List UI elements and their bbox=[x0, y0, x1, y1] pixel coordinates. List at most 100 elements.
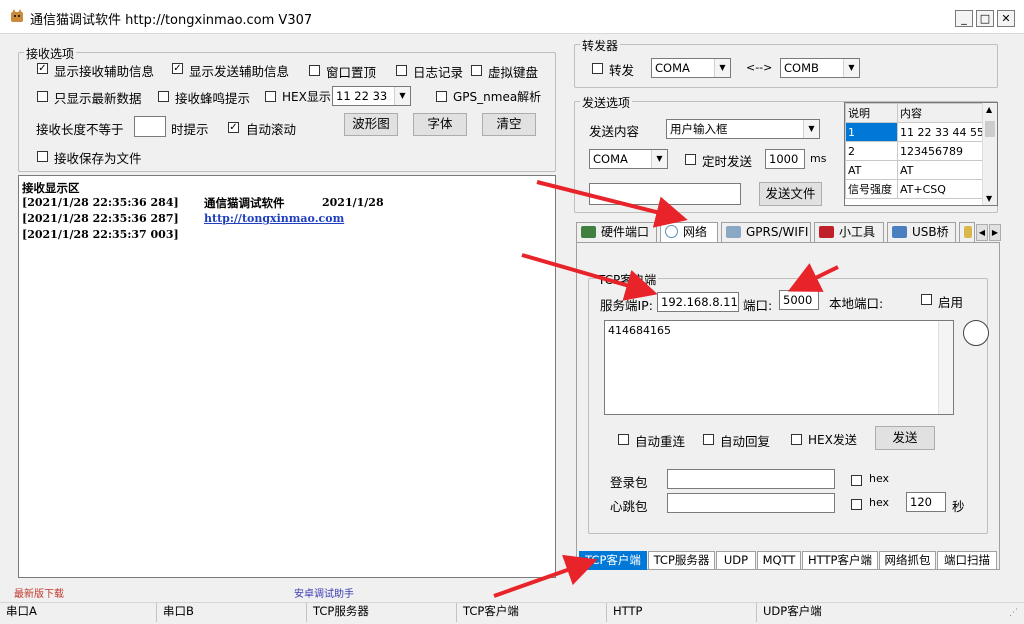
chevron-down-icon: ▼ bbox=[651, 150, 667, 168]
tab-hardware-port[interactable]: 硬件端口 bbox=[576, 222, 657, 243]
interval-input[interactable]: 1000 bbox=[765, 149, 805, 169]
send-file-button[interactable]: 发送文件 bbox=[759, 182, 822, 206]
overflow-icon bbox=[964, 226, 972, 238]
show-send-info-checkbox[interactable]: ✓ bbox=[172, 63, 183, 74]
clear-button[interactable]: 清空 bbox=[482, 113, 536, 136]
tab-scroll-right-button[interactable]: ▶ bbox=[989, 224, 1001, 241]
tcp-send-button[interactable]: 发送 bbox=[875, 426, 935, 450]
tab-label: USB桥 bbox=[912, 225, 949, 239]
local-port-enable-checkbox[interactable] bbox=[921, 294, 932, 305]
tcp-message-textarea[interactable]: 414684165 bbox=[604, 320, 954, 415]
virtual-keyboard-checkbox[interactable] bbox=[471, 65, 482, 76]
waveform-button[interactable]: 波形图 bbox=[344, 113, 398, 136]
length-suffix-label: 时提示 bbox=[171, 122, 209, 137]
show-recv-info-checkbox[interactable]: ✓ bbox=[37, 63, 48, 74]
tab-label: 网络 bbox=[683, 225, 708, 239]
tab-scroll-left-button[interactable]: ◀ bbox=[976, 224, 988, 241]
login-packet-label: 登录包 bbox=[610, 475, 648, 490]
latest-only-checkbox[interactable] bbox=[37, 91, 48, 102]
auto-reply-checkbox[interactable] bbox=[703, 434, 714, 445]
table-cell: AT+CSQ bbox=[897, 179, 985, 199]
window-title: 通信猫调试软件 http://tongxinmao.com V307 bbox=[30, 13, 313, 28]
length-input[interactable] bbox=[134, 116, 166, 137]
tcp-message-text: 414684165 bbox=[608, 324, 671, 337]
network-icon bbox=[665, 225, 678, 238]
server-ip-label: 服务端IP: bbox=[600, 298, 653, 313]
forward-checkbox[interactable] bbox=[592, 63, 603, 74]
minimize-button[interactable]: _ bbox=[955, 10, 973, 27]
android-helper-link[interactable]: 安卓调试助手 bbox=[294, 585, 354, 600]
gps-checkbox[interactable] bbox=[436, 91, 447, 102]
bottom-tab-packet-capture[interactable]: 网络抓包 bbox=[879, 551, 936, 570]
resize-grip-icon[interactable]: ⋰ bbox=[1009, 608, 1021, 620]
send-file-path-input[interactable] bbox=[589, 183, 741, 205]
timed-send-checkbox[interactable] bbox=[685, 154, 696, 165]
bottom-tab-tcp-client[interactable]: TCP客户端 bbox=[579, 551, 647, 570]
recv-line-2-link[interactable]: http://tongxinmao.com bbox=[204, 212, 344, 225]
forward-port-a-select[interactable]: COMA ▼ bbox=[651, 58, 731, 78]
bottom-tab-port-scan[interactable]: 端口扫描 bbox=[937, 551, 997, 570]
login-hex-checkbox[interactable] bbox=[851, 475, 862, 486]
tab-label: GPRS/WIFI bbox=[746, 225, 809, 239]
port-b-value: COMB bbox=[784, 61, 819, 75]
heartbeat-label: 心跳包 bbox=[610, 499, 648, 514]
status-udp-client: UDP客户端 bbox=[756, 603, 1006, 622]
bottom-tab-mqtt[interactable]: MQTT bbox=[757, 551, 801, 570]
textarea-scrollbar[interactable] bbox=[938, 321, 953, 414]
local-port-label: 本地端口: bbox=[829, 296, 884, 311]
tab-usb-bridge[interactable]: USB桥 bbox=[887, 222, 956, 243]
send-presets-table[interactable]: 说明 内容 1 11 22 33 44 55 2 123456789 AT AT… bbox=[844, 102, 998, 206]
send-content-select[interactable]: 用户输入框 ▼ bbox=[666, 119, 820, 139]
save-to-file-label: 接收保存为文件 bbox=[54, 151, 142, 166]
recv-line-1-text: 通信猫调试软件 bbox=[204, 196, 285, 210]
tab-overflow[interactable] bbox=[959, 222, 975, 243]
auto-reply-label: 自动回复 bbox=[720, 434, 771, 449]
hex-send-label: HEX发送 bbox=[808, 433, 857, 447]
font-button[interactable]: 字体 bbox=[413, 113, 467, 136]
status-serial-a: 串口A bbox=[6, 604, 37, 618]
heartbeat-hex-checkbox[interactable] bbox=[851, 499, 862, 510]
table-row[interactable]: AT AT bbox=[845, 160, 985, 180]
latest-download-link[interactable]: 最新版下载 bbox=[14, 585, 64, 600]
log-checkbox[interactable] bbox=[396, 65, 407, 76]
auto-scroll-label: 自动滚动 bbox=[246, 122, 297, 137]
tab-network[interactable]: 网络 bbox=[660, 222, 718, 243]
maximize-button[interactable]: □ bbox=[976, 10, 994, 27]
bottom-tab-udp[interactable]: UDP bbox=[716, 551, 756, 570]
table-header-content: 内容 bbox=[897, 103, 985, 123]
bottom-tab-http-client[interactable]: HTTP客户端 bbox=[802, 551, 878, 570]
chevron-down-icon: ▼ bbox=[843, 59, 859, 77]
table-row[interactable]: 2 123456789 bbox=[845, 141, 985, 161]
table-row[interactable]: 1 11 22 33 44 55 bbox=[845, 122, 985, 142]
show-recv-info-label: 显示接收辅助信息 bbox=[54, 64, 155, 79]
tab-gprs-wifi[interactable]: GPRS/WIFI bbox=[721, 222, 811, 243]
login-packet-input[interactable] bbox=[667, 469, 835, 489]
save-to-file-checkbox[interactable] bbox=[37, 151, 48, 162]
server-ip-input[interactable]: 192.168.8.117 bbox=[657, 292, 739, 312]
tab-label: 小工具 bbox=[839, 225, 876, 239]
hex-display-checkbox[interactable] bbox=[265, 91, 276, 102]
chevron-down-icon: ▼ bbox=[803, 120, 819, 138]
table-scrollbar[interactable]: ▲ ▼ bbox=[982, 103, 997, 205]
table-row[interactable]: 信号强度 AT+CSQ bbox=[845, 179, 985, 199]
send-port-select[interactable]: COMA ▼ bbox=[589, 149, 668, 169]
window-top-checkbox[interactable] bbox=[309, 65, 320, 76]
connection-status-indicator[interactable] bbox=[963, 320, 989, 346]
heartbeat-interval-input[interactable]: 120 bbox=[906, 492, 946, 512]
beep-checkbox[interactable] bbox=[158, 91, 169, 102]
serial-port-icon bbox=[581, 226, 596, 238]
hex-value-select[interactable]: 11 22 33 ▼ bbox=[332, 86, 411, 106]
heartbeat-input[interactable] bbox=[667, 493, 835, 513]
close-button[interactable]: ✕ bbox=[997, 10, 1015, 27]
tab-tools[interactable]: 小工具 bbox=[814, 222, 884, 243]
forwarder-label: 转发器 bbox=[580, 37, 621, 54]
auto-scroll-checkbox[interactable]: ✓ bbox=[228, 122, 239, 133]
server-port-input[interactable]: 5000 bbox=[779, 290, 819, 310]
gprs-icon bbox=[726, 226, 741, 238]
auto-reconnect-checkbox[interactable] bbox=[618, 434, 629, 445]
send-content-label: 发送内容 bbox=[589, 124, 640, 139]
forward-port-b-select[interactable]: COMB ▼ bbox=[780, 58, 860, 78]
bottom-tab-tcp-server[interactable]: TCP服务器 bbox=[648, 551, 715, 570]
hex-send-checkbox[interactable] bbox=[791, 434, 802, 445]
show-send-info-label: 显示发送辅助信息 bbox=[189, 64, 290, 79]
